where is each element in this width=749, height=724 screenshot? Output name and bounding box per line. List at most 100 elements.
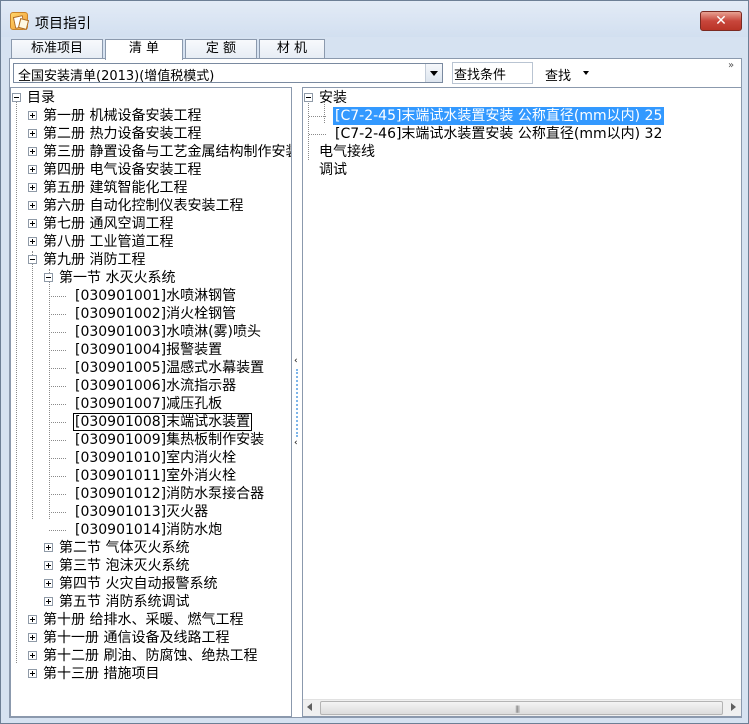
collapse-icon[interactable] — [304, 93, 313, 102]
tree-connector — [308, 97, 309, 160]
expand-icon[interactable] — [28, 669, 37, 678]
tree-connector — [49, 350, 66, 351]
quota-tree-item[interactable]: 调试 — [317, 161, 349, 179]
tree-item[interactable]: [030901006]水流指示器 — [73, 377, 238, 395]
window-title: 项目指引 — [35, 16, 91, 32]
expand-icon[interactable] — [28, 219, 37, 228]
tree-connector — [49, 512, 66, 513]
list-library-select[interactable]: 全国安装清单(2013)(增值税模式) — [13, 63, 443, 84]
list-library-value: 全国安装清单(2013)(增值税模式) — [18, 69, 215, 84]
tree-item[interactable]: 第三册 静置设备与工艺金属结构制作安装工程 — [41, 143, 291, 161]
tree-item[interactable]: [030901002]消火栓钢管 — [73, 305, 238, 323]
chevron-down-icon[interactable] — [425, 64, 442, 82]
tree-connector — [309, 116, 326, 117]
find-dropdown-arrow-icon[interactable] — [583, 71, 589, 75]
tree-item[interactable]: 第六册 自动化控制仪表安装工程 — [41, 197, 245, 215]
expand-icon[interactable] — [28, 201, 37, 210]
tab-standard-items[interactable]: 标准项目 — [11, 39, 103, 59]
expand-icon[interactable] — [28, 165, 37, 174]
scrollbar-thumb[interactable]: ||| — [320, 701, 723, 715]
tree-item[interactable]: [030901009]集热板制作安装 — [73, 431, 266, 449]
tree-item[interactable]: [030901007]减压孔板 — [73, 395, 224, 413]
tree-item[interactable]: 第七册 通风空调工程 — [41, 215, 175, 233]
tree-connector — [49, 476, 66, 477]
tree-connector — [49, 296, 66, 297]
tree-connector — [49, 368, 66, 369]
project-guide-window: 项目指引 ✕ 标准项目 清 单 定 额 材 机 全国安装清单(2013)(增值税… — [0, 0, 749, 724]
tree-item[interactable]: [030901010]室内消火栓 — [73, 449, 238, 467]
horizontal-scrollbar[interactable]: ||| — [303, 699, 741, 716]
tree-item[interactable]: [030901014]消防水炮 — [73, 521, 224, 539]
tree-item[interactable]: [030901004]报警装置 — [73, 341, 224, 359]
tab-bar: 标准项目 清 单 定 额 材 机 — [9, 39, 742, 60]
scroll-left-icon[interactable] — [307, 703, 312, 711]
splitter-grip[interactable] — [296, 369, 298, 437]
expand-icon[interactable] — [28, 111, 37, 120]
expand-icon[interactable] — [28, 633, 37, 642]
quota-tree-item[interactable]: [C7-2-45]末端试水装置安装 公称直径(mm以内) 25 — [333, 107, 665, 125]
tree-item[interactable]: 第一册 机械设备安装工程 — [41, 107, 203, 125]
tree-item[interactable]: 第八册 工业管道工程 — [41, 233, 175, 251]
tree-item[interactable]: 目录 — [25, 89, 57, 107]
tree-item[interactable]: [030901001]水喷淋钢管 — [73, 287, 238, 305]
tree-item[interactable]: 第四节 火灾自动报警系统 — [57, 575, 219, 593]
tree-connector — [49, 269, 50, 519]
tree-item[interactable]: 第一节 水灭火系统 — [57, 269, 177, 287]
tree-item[interactable]: 第三节 泡沫灭火系统 — [57, 557, 191, 575]
tab-bill-list[interactable]: 清 单 — [105, 39, 183, 60]
scroll-right-icon[interactable] — [731, 703, 736, 711]
expand-icon[interactable] — [44, 543, 53, 552]
close-button[interactable]: ✕ — [700, 11, 742, 31]
tree-item[interactable]: [030901008]末端试水装置 — [73, 413, 253, 431]
catalog-tree[interactable]: 目录 第一册 机械设备安装工程 第二册 热力设备安装工程 第三册 静置设备与工艺金属结… — [10, 87, 292, 717]
expand-icon[interactable] — [28, 183, 37, 192]
tree-item[interactable]: 第二节 气体灭火系统 — [57, 539, 191, 557]
tree-connector — [49, 440, 66, 441]
expand-icon[interactable] — [44, 597, 53, 606]
tree-item[interactable]: 第九册 消防工程 — [41, 251, 147, 269]
tree-item[interactable]: [030901011]室外消火栓 — [73, 467, 238, 485]
tree-item[interactable]: 第五册 建筑智能化工程 — [41, 179, 189, 197]
tree-item[interactable]: [030901013]灭火器 — [73, 503, 210, 521]
pane-splitter[interactable]: ‹ ‹ — [292, 87, 302, 717]
quota-tree-item[interactable]: 安装 — [317, 89, 349, 107]
collapse-icon[interactable] — [28, 255, 37, 264]
tree-item[interactable]: 第十二册 刷油、防腐蚀、绝热工程 — [41, 647, 259, 665]
quota-tree-item[interactable]: 电气接线 — [317, 143, 377, 161]
tree-item[interactable]: 第十册 给排水、采暖、燃气工程 — [41, 611, 245, 629]
tree-connector — [49, 332, 66, 333]
quota-tree-item[interactable]: [C7-2-46]末端试水装置安装 公称直径(mm以内) 32 — [333, 125, 664, 143]
scrollbar-grip: ||| — [515, 705, 520, 713]
tree-connector — [16, 97, 17, 663]
tree-item[interactable]: 第五节 消防系统调试 — [57, 593, 191, 611]
tree-item[interactable]: 第十一册 通信设备及线路工程 — [41, 629, 231, 647]
expand-icon[interactable] — [28, 237, 37, 246]
tree-connector — [49, 386, 66, 387]
expand-icon[interactable] — [28, 615, 37, 624]
find-button[interactable]: 查找 — [545, 65, 571, 84]
expand-icon[interactable] — [28, 129, 37, 138]
collapse-icon[interactable] — [12, 93, 21, 102]
tree-item[interactable]: 第十三册 措施项目 — [41, 665, 161, 683]
tab-materials[interactable]: 材 机 — [259, 39, 325, 59]
expand-icon[interactable] — [44, 579, 53, 588]
more-chevron-icon[interactable]: » — [728, 60, 734, 71]
tree-item[interactable]: 第二册 热力设备安装工程 — [41, 125, 203, 143]
collapse-icon[interactable] — [44, 273, 53, 282]
tab-quota[interactable]: 定 额 — [185, 39, 257, 59]
tree-item[interactable]: [030901012]消防水泵接合器 — [73, 485, 266, 503]
expand-icon[interactable] — [44, 561, 53, 570]
expand-icon[interactable] — [28, 147, 37, 156]
tree-connector — [32, 251, 33, 519]
quota-tree[interactable]: 安装 [C7-2-45]末端试水装置安装 公称直径(mm以内) 25 [C7-2-4… — [302, 87, 742, 717]
tree-item[interactable]: [030901005]温感式水幕装置 — [73, 359, 266, 377]
tree-connector — [49, 530, 66, 531]
collapse-arrow-icon[interactable]: ‹ — [294, 357, 298, 366]
tree-item[interactable]: [030901003]水喷淋(雾)喷头 — [73, 323, 263, 341]
expand-icon[interactable] — [28, 651, 37, 660]
collapse-arrow-icon[interactable]: ‹ — [294, 439, 298, 448]
tab-panel: 全国安装清单(2013)(增值税模式) 查找条件 查找 » 目录 第一册 机械设备… — [9, 59, 742, 718]
title-bar: 项目指引 ✕ — [1, 1, 748, 37]
toolbar: 全国安装清单(2013)(增值税模式) 查找条件 查找 » — [10, 59, 741, 86]
tree-item[interactable]: 第四册 电气设备安装工程 — [41, 161, 203, 179]
